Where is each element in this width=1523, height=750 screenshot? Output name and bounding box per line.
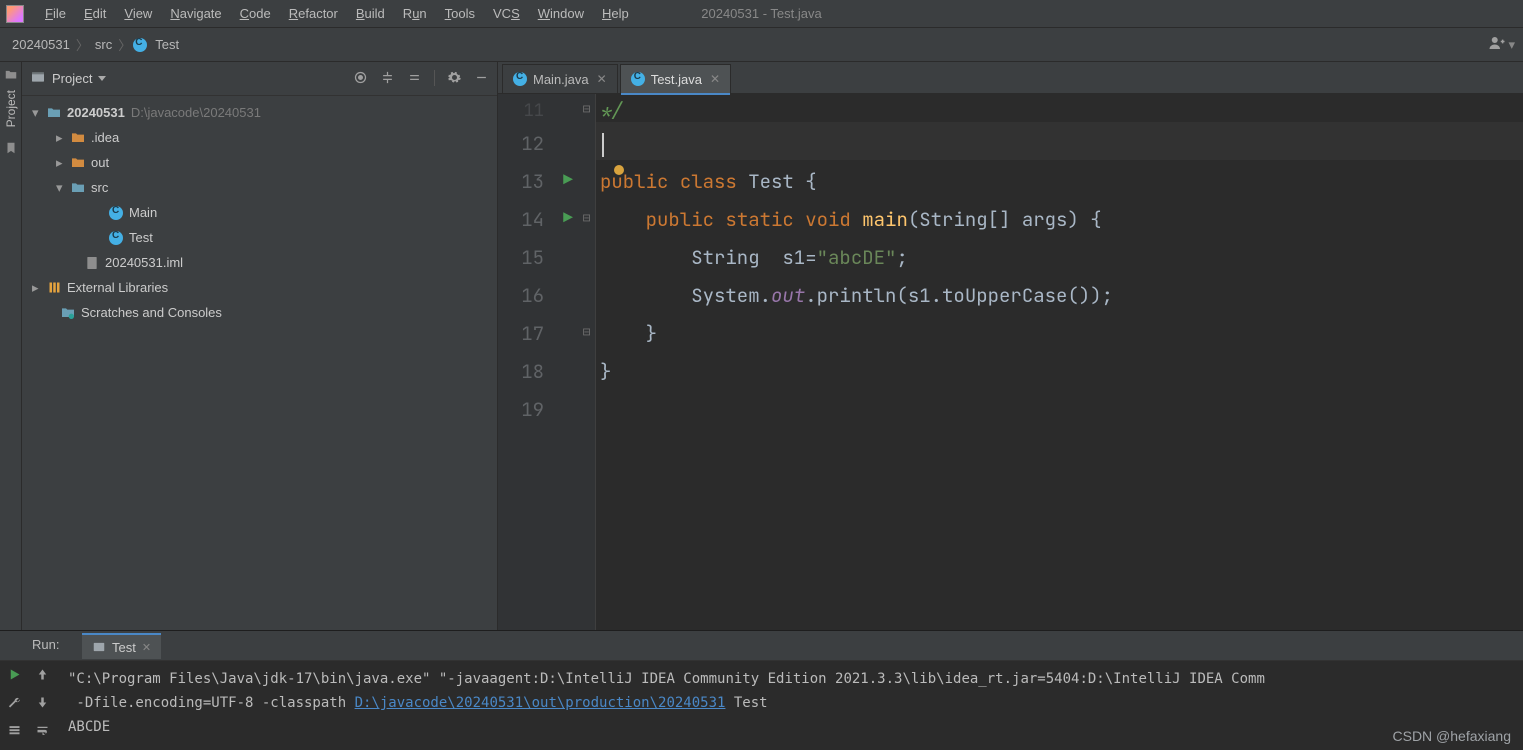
- caret: [602, 133, 604, 157]
- tree-out[interactable]: out: [22, 150, 497, 175]
- tree-root-label: 20240531: [67, 105, 125, 120]
- select-opened-icon[interactable]: [353, 70, 368, 88]
- tree-idea[interactable]: .idea: [22, 125, 497, 150]
- menu-build[interactable]: Build: [347, 0, 394, 28]
- stack-icon[interactable]: [7, 723, 22, 741]
- warning-icon[interactable]: [614, 165, 624, 175]
- tree-scratches[interactable]: Scratches and Consoles: [22, 300, 497, 325]
- menu-window[interactable]: Window: [529, 0, 593, 28]
- menu-tools[interactable]: Tools: [436, 0, 484, 28]
- menu-bar: File Edit View Navigate Code Refactor Bu…: [0, 0, 1523, 28]
- menu-file[interactable]: File: [36, 0, 75, 28]
- crumb-src[interactable]: src: [91, 37, 116, 52]
- java-class-icon: [631, 72, 645, 86]
- fold-gutter: ⊟ ⊟ ⊟: [578, 94, 596, 630]
- gear-icon[interactable]: [447, 70, 462, 88]
- chevron-right-icon: 〉: [74, 35, 91, 54]
- window-title: 20240531 - Test.java: [701, 0, 821, 28]
- close-icon[interactable]: ✕: [142, 641, 151, 654]
- menu-vcs[interactable]: VCS: [484, 0, 529, 28]
- crumb-project[interactable]: 20240531: [8, 37, 74, 52]
- tool-tab-project[interactable]: Project: [4, 82, 18, 135]
- close-icon[interactable]: ✕: [710, 72, 720, 86]
- user-icon[interactable]: [1488, 34, 1506, 55]
- up-arrow-icon[interactable]: [35, 667, 50, 685]
- editor-area: Main.java ✕ Test.java ✕ 11 1213141516171…: [498, 62, 1523, 630]
- tree-src[interactable]: src: [22, 175, 497, 200]
- tree-iml[interactable]: 20240531.iml: [22, 250, 497, 275]
- close-icon[interactable]: ✕: [597, 72, 607, 86]
- line-numbers: 11 1213141516171819: [498, 94, 558, 630]
- editor-tab-main[interactable]: Main.java ✕: [502, 64, 618, 93]
- tree-root[interactable]: 20240531 D:\javacode\20240531: [22, 100, 497, 125]
- code-editor[interactable]: 11 1213141516171819 ▶ ▶ ⊟ ⊟ ⊟: [498, 94, 1523, 630]
- run-tool-window: Run: Test ✕ "C:\Program Files\Java\jdk-1…: [0, 630, 1523, 750]
- tree-external-libraries[interactable]: External Libraries: [22, 275, 497, 300]
- code-text[interactable]: */ public class Test { public static voi…: [596, 94, 1523, 630]
- run-toolbar-2: [28, 661, 56, 750]
- app-icon: [6, 5, 24, 23]
- run-tab[interactable]: Test ✕: [82, 633, 161, 659]
- run-gutter: ▶ ▶: [558, 94, 578, 630]
- run-output[interactable]: "C:\Program Files\Java\jdk-17\bin\java.e…: [56, 661, 1523, 750]
- workarea: Project Project 20240531 D:\j: [0, 62, 1523, 630]
- wrench-icon[interactable]: [7, 695, 22, 713]
- java-class-icon: [133, 38, 147, 52]
- menu-run[interactable]: Run: [394, 0, 436, 28]
- divider: [434, 70, 435, 86]
- menu-help[interactable]: Help: [593, 0, 638, 28]
- project-panel: Project 20240531 D:\javacode\20240531: [22, 62, 498, 630]
- run-class-icon[interactable]: ▶: [558, 160, 578, 198]
- editor-tabs: Main.java ✕ Test.java ✕: [498, 62, 1523, 94]
- crumb-file[interactable]: Test: [151, 37, 183, 52]
- expand-all-icon[interactable]: [380, 70, 395, 88]
- project-tree[interactable]: 20240531 D:\javacode\20240531 .idea out …: [22, 96, 497, 329]
- editor-tab-test[interactable]: Test.java ✕: [620, 64, 731, 93]
- project-panel-header: Project: [22, 62, 497, 96]
- chevron-right-icon: 〉: [116, 35, 133, 54]
- menu-view[interactable]: View: [115, 0, 161, 28]
- tree-root-path: D:\javacode\20240531: [131, 105, 261, 120]
- run-label: Run:: [32, 637, 59, 652]
- dropdown-icon[interactable]: [98, 76, 106, 81]
- folder-icon: [4, 68, 18, 82]
- menu-code[interactable]: Code: [231, 0, 280, 28]
- run-method-icon[interactable]: ▶: [558, 198, 578, 236]
- soft-wrap-icon[interactable]: [35, 723, 50, 741]
- menu-navigate[interactable]: Navigate: [161, 0, 230, 28]
- tree-test[interactable]: Test: [22, 225, 497, 250]
- breadcrumb-bar: 20240531 〉 src 〉 Test ▾: [0, 28, 1523, 62]
- menu-refactor[interactable]: Refactor: [280, 0, 347, 28]
- run-toolbar-left: [0, 661, 28, 750]
- tool-window-bar: Project: [0, 62, 22, 630]
- run-header: Run: Test ✕: [0, 631, 1523, 661]
- tree-main[interactable]: Main: [22, 200, 497, 225]
- panel-title[interactable]: Project: [52, 71, 92, 86]
- menu-edit[interactable]: Edit: [75, 0, 115, 28]
- java-class-icon: [513, 72, 527, 86]
- bookmark-icon[interactable]: [4, 141, 18, 155]
- watermark: CSDN @hefaxiang: [1393, 728, 1512, 744]
- panel-icon: [30, 69, 46, 88]
- down-arrow-icon[interactable]: [35, 695, 50, 713]
- collapse-all-icon[interactable]: [407, 70, 422, 88]
- hide-icon[interactable]: [474, 70, 489, 88]
- output-link[interactable]: D:\javacode\20240531\out\production\2024…: [355, 695, 726, 711]
- rerun-icon[interactable]: [7, 667, 22, 685]
